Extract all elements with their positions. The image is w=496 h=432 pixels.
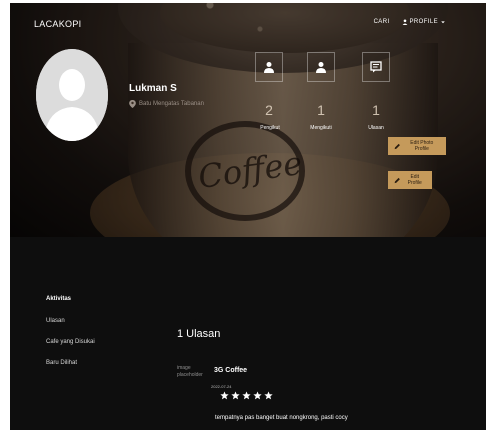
review-rating bbox=[220, 391, 273, 400]
sidebar-item-cafe-disukai[interactable]: Cafe yang Disukai bbox=[46, 339, 95, 345]
edit-profile-label: Edit Profile bbox=[407, 174, 422, 186]
star-icon bbox=[264, 391, 273, 400]
nav-cari-label: CARI bbox=[373, 19, 390, 25]
profile-avatar bbox=[36, 49, 108, 141]
edit-photo-profile-button[interactable]: Edit Photo Profile bbox=[388, 137, 446, 155]
default-avatar-icon bbox=[36, 49, 108, 141]
review-place-name[interactable]: 3G Coffee bbox=[214, 367, 247, 374]
star-icon bbox=[220, 391, 229, 400]
review-text: tempatnya pas banget buat nongkrong, pas… bbox=[215, 415, 348, 421]
following-stat-box[interactable] bbox=[307, 52, 335, 82]
following-count: 1 bbox=[317, 102, 325, 118]
caret-down-icon bbox=[441, 21, 445, 24]
nav-profile-dropdown[interactable]: PROFILE bbox=[402, 19, 446, 25]
star-icon bbox=[231, 391, 240, 400]
star-icon bbox=[253, 391, 262, 400]
followers-label: Pengikut bbox=[260, 125, 280, 131]
person-icon bbox=[402, 19, 407, 25]
review-date: 2022-07-24 bbox=[211, 384, 232, 389]
nav-profile-label: PROFILE bbox=[409, 19, 438, 25]
pencil-icon bbox=[394, 177, 400, 183]
user-icon bbox=[316, 62, 326, 73]
top-nav: CARI PROFILE bbox=[374, 19, 446, 25]
sidebar-item-ulasan[interactable]: Ulasan bbox=[46, 318, 65, 324]
user-icon bbox=[264, 62, 274, 73]
reviews-stat-box[interactable] bbox=[362, 52, 390, 82]
reviews-count: 1 bbox=[372, 102, 380, 118]
review-image-placeholder: image placeholder bbox=[177, 365, 203, 378]
map-pin-icon bbox=[129, 100, 136, 108]
location-text: Batu Mengatas Tabanan bbox=[139, 101, 204, 107]
nav-cari-link[interactable]: CARI bbox=[374, 19, 390, 25]
followers-stat-box[interactable] bbox=[255, 52, 283, 82]
followers-count: 2 bbox=[265, 102, 273, 118]
edit-profile-button[interactable]: Edit Profile bbox=[388, 171, 432, 189]
star-icon bbox=[242, 391, 251, 400]
pencil-icon bbox=[394, 143, 400, 149]
profile-page: Coffee LACAKOPI CARI PROFILE Lukman S Ba… bbox=[10, 3, 486, 430]
review-icon bbox=[370, 61, 382, 73]
hero-banner: Coffee LACAKOPI CARI PROFILE Lukman S Ba… bbox=[10, 3, 486, 237]
brand-logo[interactable]: LACAKOPI bbox=[34, 19, 81, 29]
activity-title: Aktivitas bbox=[46, 296, 72, 302]
reviews-label: Ulasan bbox=[368, 125, 384, 131]
following-label: Mengikuti bbox=[310, 125, 332, 131]
edit-photo-profile-label: Edit Photo Profile bbox=[410, 140, 434, 152]
reviews-heading: 1 Ulasan bbox=[177, 328, 221, 340]
sidebar-item-baru-dilihat[interactable]: Baru Dilihat bbox=[46, 360, 77, 366]
user-location: Batu Mengatas Tabanan bbox=[129, 100, 204, 108]
user-name: Lukman S bbox=[129, 83, 177, 94]
